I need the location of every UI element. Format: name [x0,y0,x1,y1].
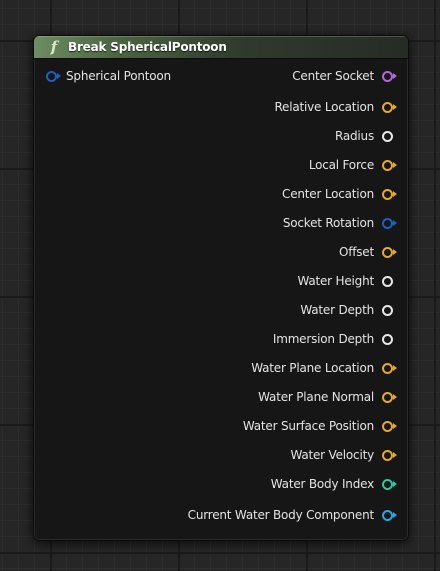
output-pin-icon[interactable] [380,275,398,287]
pin-arrow [393,103,397,110]
output-pin-icon[interactable] [380,362,398,374]
pin-label: Local Force [308,157,374,172]
output-pin-center-socket[interactable]: Center Socket [292,66,398,84]
pin-ring [382,362,393,374]
pin-label: Center Socket [292,68,374,83]
pin-label: Water Plane Normal [258,389,374,404]
pin-arrow [393,219,397,226]
pin-arrow [393,511,397,518]
output-pin-icon[interactable] [380,478,398,490]
pin-label: Water Height [297,273,374,288]
output-pin-current-water-body-component[interactable]: Current Water Body Component [188,505,398,523]
pin-ring [382,159,393,171]
pin-arrow [393,393,397,400]
output-pin-icon[interactable] [380,333,398,345]
node-header[interactable]: f Break SphericalPontoon [34,36,408,59]
pin-label: Water Velocity [290,447,374,462]
pin-label: Spherical Pontoon [66,68,171,83]
output-pin-icon[interactable] [380,101,398,113]
pin-arrow [393,190,397,197]
output-pin-center-location[interactable]: Center Location [282,184,398,202]
pin-ring [382,246,393,258]
output-pin-water-plane-location[interactable]: Water Plane Location [251,358,398,376]
output-pin-icon[interactable] [380,449,398,461]
pin-label: Offset [338,244,374,259]
pin-ring [382,217,393,229]
pin-ring [382,130,393,142]
pin-ring [382,70,393,82]
pin-ring [382,333,393,345]
output-pin-icon[interactable] [380,509,398,521]
output-pin-water-body-index[interactable]: Water Body Index [271,474,398,492]
output-pin-icon[interactable] [380,130,398,142]
pin-arrow [393,480,397,487]
node-title: Break SphericalPontoon [68,40,227,54]
pin-arrow [393,422,397,429]
pin-arrow [393,72,397,79]
pin-arrow [393,451,397,458]
function-icon: f [50,38,58,56]
pin-label: Center Location [282,186,374,201]
pin-label: Water Body Index [270,476,374,491]
pin-label: Socket Rotation [282,215,374,230]
output-pin-local-force[interactable]: Local Force [309,155,398,173]
pin-label: Water Surface Position [242,418,374,433]
output-pin-water-height[interactable]: Water Height [297,271,398,289]
output-pin-radius[interactable]: Radius [335,126,398,144]
output-pin-icon[interactable] [380,246,398,258]
pin-label: Water Plane Location [251,360,374,375]
pin-arrow [393,161,397,168]
output-pin-water-depth[interactable]: Water Depth [300,300,398,318]
pin-ring [382,420,393,432]
pin-arrow [393,248,397,255]
output-pin-icon[interactable] [380,420,398,432]
input-pin-spherical-pontoon[interactable]: Spherical Pontoon [44,66,171,84]
pin-arrow [393,364,397,371]
output-pin-offset[interactable]: Offset [339,242,398,260]
output-pin-immersion-depth[interactable]: Immersion Depth [273,329,398,347]
output-pin-icon[interactable] [380,391,398,403]
pin-ring [382,275,393,287]
output-pin-icon[interactable] [380,304,398,316]
output-pin-icon[interactable] [380,70,398,82]
pin-label: Radius [334,128,374,143]
pin-ring [382,304,393,316]
output-pin-socket-rotation[interactable]: Socket Rotation [283,213,398,231]
output-pin-icon[interactable] [380,188,398,200]
output-pin-water-velocity[interactable]: Water Velocity [290,445,398,463]
struct-pin-icon[interactable] [44,70,62,82]
pin-ring [382,391,393,403]
pin-ring [382,478,393,490]
pin-ring [382,188,393,200]
pin-label: Current Water Body Component [187,507,375,522]
pin-ring [382,509,393,521]
pin-ring [46,70,57,82]
pin-label: Immersion Depth [272,331,374,346]
pin-ring [382,101,393,113]
output-pin-water-surface-position[interactable]: Water Surface Position [243,416,398,434]
output-pin-icon[interactable] [380,217,398,229]
break-struct-node[interactable]: f Break SphericalPontoon Spherical Ponto… [33,35,409,541]
pin-label: Water Depth [300,302,374,317]
pin-arrow [57,72,61,79]
pin-ring [382,449,393,461]
output-pin-relative-location[interactable]: Relative Location [274,97,398,115]
output-pin-water-plane-normal[interactable]: Water Plane Normal [258,387,398,405]
pin-label: Relative Location [274,99,374,114]
output-pin-icon[interactable] [380,159,398,171]
